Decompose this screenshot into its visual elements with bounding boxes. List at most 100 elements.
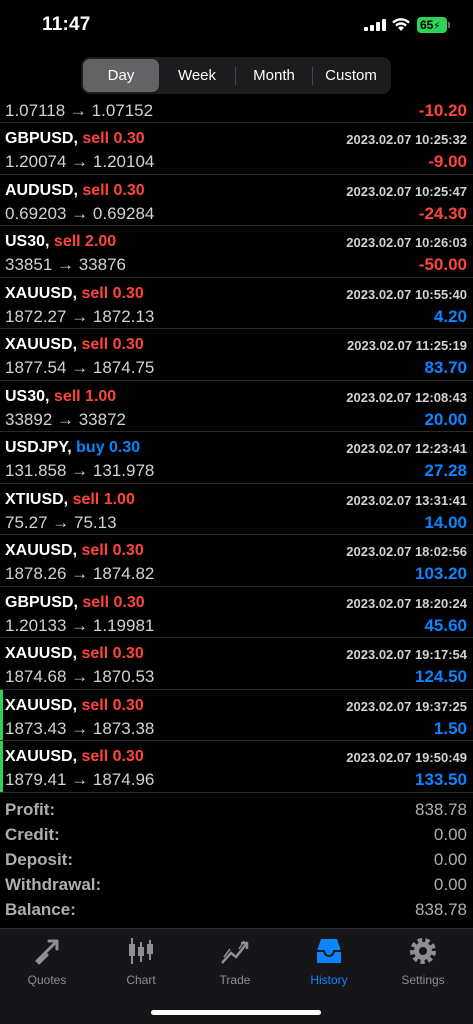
separator: , — [45, 387, 54, 405]
trade-row[interactable]: US30, sell 1.00 2023.02.07 12:08:43 33892 … — [0, 381, 473, 432]
trade-profit: 133.50 — [415, 770, 467, 789]
tab-trade[interactable]: Trade — [188, 935, 282, 991]
trade-row[interactable]: USDJPY, buy 0.30 2023.02.07 12:23:41 131.8… — [0, 432, 473, 484]
chart-icon — [129, 938, 153, 964]
trade-symbol: GBPUSD — [5, 130, 74, 147]
trade-datetime: 2023.02.07 10:25:32 — [346, 132, 467, 147]
trade-prices: 1873.43 → 1873.38 — [5, 718, 155, 738]
trade-prices: 1879.41 → 1874.96 — [5, 770, 155, 789]
trade-row[interactable]: XAUUSD, sell 0.30 2023.02.07 19:17:54 1874… — [0, 638, 473, 690]
trade-row-partial[interactable]: 1.07118 → 1.07152 -10.20 — [0, 97, 473, 123]
trade-row[interactable]: XAUUSD, sell 0.30 2023.02.07 11:25:19 1877… — [0, 329, 473, 381]
trade-prices: 1878.26 → 1874.82 — [5, 564, 155, 583]
trade-symbol: AUDUSD — [5, 181, 74, 199]
trade-prices: 1.20074 → 1.20104 — [5, 152, 155, 171]
trade-profit: -24.30 — [418, 203, 467, 223]
summary-row: Balance: 838.78 — [0, 898, 473, 923]
summary-value: 0.00 — [433, 875, 467, 894]
trade-row[interactable]: GBPUSD, sell 0.30 2023.02.07 18:20:24 1.20… — [0, 587, 473, 638]
tab-week[interactable]: Week — [159, 59, 235, 92]
trade-title: XAUUSD, sell 0.30 — [5, 697, 144, 715]
trade-profit: 20.00 — [424, 409, 467, 429]
trade-side: sell 0.30 — [81, 284, 144, 302]
period-segmented-control: Day Week Month Custom — [81, 57, 391, 94]
trade-side: sell 2.00 — [53, 233, 117, 250]
cellular-signal-icon — [364, 19, 386, 31]
tab-quotes[interactable]: Quotes — [0, 935, 94, 991]
trade-prices: 75.27 → 75.13 — [5, 512, 117, 532]
trade-prices: 1877.54 → 1874.75 — [5, 358, 155, 377]
status-time: 11:47 — [42, 14, 91, 35]
trade-title: USDJPY, buy 0.30 — [5, 439, 140, 457]
trade-side: sell 1.00 — [72, 490, 135, 508]
trade-profit: -10.20 — [418, 101, 467, 120]
separator: , — [73, 181, 83, 199]
trade-datetime: 2023.02.07 19:37:25 — [346, 698, 467, 714]
trade-side: sell 0.30 — [81, 748, 144, 765]
trade-side: sell 0.30 — [81, 645, 144, 662]
trade-datetime: 2023.02.07 10:55:40 — [346, 286, 467, 302]
trade-datetime: 2023.02.07 18:20:24 — [346, 595, 467, 611]
tab-history[interactable]: History — [282, 935, 376, 991]
home-indicator — [151, 1010, 321, 1015]
tab-month[interactable]: Month — [236, 59, 312, 92]
trade-row[interactable]: GBPUSD, sell 0.30 2023.02.07 10:25:32 1.20… — [0, 123, 473, 175]
trade-row[interactable]: XAUUSD, sell 0.30 2023.02.07 19:37:25 1873… — [0, 689, 473, 741]
trade-side: sell 0.30 — [82, 593, 145, 611]
trade-row[interactable]: US30, sell 2.00 2023.02.07 10:26:03 33851 … — [0, 226, 473, 278]
account-summary: Profit: 838.78 Credit: 0.00 Deposit: 0.00 With… — [0, 798, 473, 923]
trade-side: sell 0.30 — [81, 336, 144, 353]
trade-row[interactable]: XTIUSD, sell 1.00 2023.02.07 13:31:41 75.2… — [0, 484, 473, 535]
trade-prices: 1.07118 → 1.07152 — [5, 101, 154, 120]
trade-prices: 1.20133 → 1.19981 — [5, 615, 155, 635]
trade-datetime: 2023.02.07 10:25:47 — [346, 183, 467, 199]
trade-prices: 1874.68 → 1870.53 — [5, 667, 155, 686]
trade-symbol: GBPUSD — [5, 593, 74, 611]
trade-datetime: 2023.02.07 18:02:56 — [346, 544, 467, 559]
settings-icon — [410, 938, 436, 964]
trade-title: XAUUSD, sell 0.30 — [5, 542, 144, 560]
separator: , — [73, 593, 83, 611]
trade-row[interactable]: XAUUSD, sell 0.30 2023.02.07 19:50:49 1879… — [0, 741, 473, 793]
trade-row[interactable]: AUDUSD, sell 0.30 2023.02.07 10:25:47 0.69… — [0, 175, 473, 226]
open-marker — [0, 741, 3, 792]
tab-custom[interactable]: Custom — [313, 59, 389, 92]
trade-title: US30, sell 1.00 — [5, 388, 116, 406]
tab-label: Chart — [126, 973, 156, 987]
trade-symbol: XTIUSD — [5, 490, 64, 508]
battery-level: 65 — [420, 18, 434, 32]
trade-symbol: XAUUSD — [5, 645, 73, 662]
trade-symbol: USDJPY — [5, 439, 68, 456]
trade-profit: 1.50 — [433, 718, 467, 738]
tab-day[interactable]: Day — [83, 59, 159, 92]
trade-title: AUDUSD, sell 0.30 — [5, 182, 145, 200]
summary-label: Withdrawal: — [5, 875, 102, 894]
trade-row[interactable]: XAUUSD, sell 0.30 2023.02.07 18:02:56 1878… — [0, 535, 473, 587]
trade-datetime: 2023.02.07 12:08:43 — [346, 389, 467, 405]
trade-profit: 45.60 — [424, 615, 467, 635]
trade-side: sell 0.30 — [82, 130, 145, 147]
summary-row: Profit: 838.78 — [0, 798, 473, 823]
tab-chart[interactable]: Chart — [94, 935, 188, 991]
summary-value: 0.00 — [433, 825, 467, 844]
summary-value: 838.78 — [415, 900, 467, 919]
tab-label: Trade — [219, 973, 251, 987]
trade-datetime: 2023.02.07 10:26:03 — [346, 235, 467, 250]
trade-profit: 4.20 — [433, 306, 467, 326]
separator: , — [73, 130, 83, 147]
trade-symbol: XAUUSD — [5, 336, 73, 353]
trade-symbol: XAUUSD — [5, 542, 73, 559]
open-marker — [0, 689, 3, 740]
trade-side: sell 0.30 — [81, 696, 144, 714]
trade-row[interactable]: XAUUSD, sell 0.30 2023.02.07 10:55:40 1872… — [0, 278, 473, 329]
trade-profit: 124.50 — [415, 667, 467, 686]
separator: , — [45, 233, 54, 250]
separator: , — [63, 490, 73, 508]
trade-datetime: 2023.02.07 19:17:54 — [346, 647, 467, 662]
status-bar: 11:47 65⚡ — [0, 0, 473, 52]
trade-title: XAUUSD, sell 0.30 — [5, 285, 144, 303]
tab-settings[interactable]: Settings — [376, 935, 470, 991]
trade-profit: 83.70 — [424, 358, 467, 377]
trade-prices: 33892 → 33872 — [5, 409, 126, 429]
trade-datetime: 2023.02.07 19:50:49 — [346, 750, 467, 765]
